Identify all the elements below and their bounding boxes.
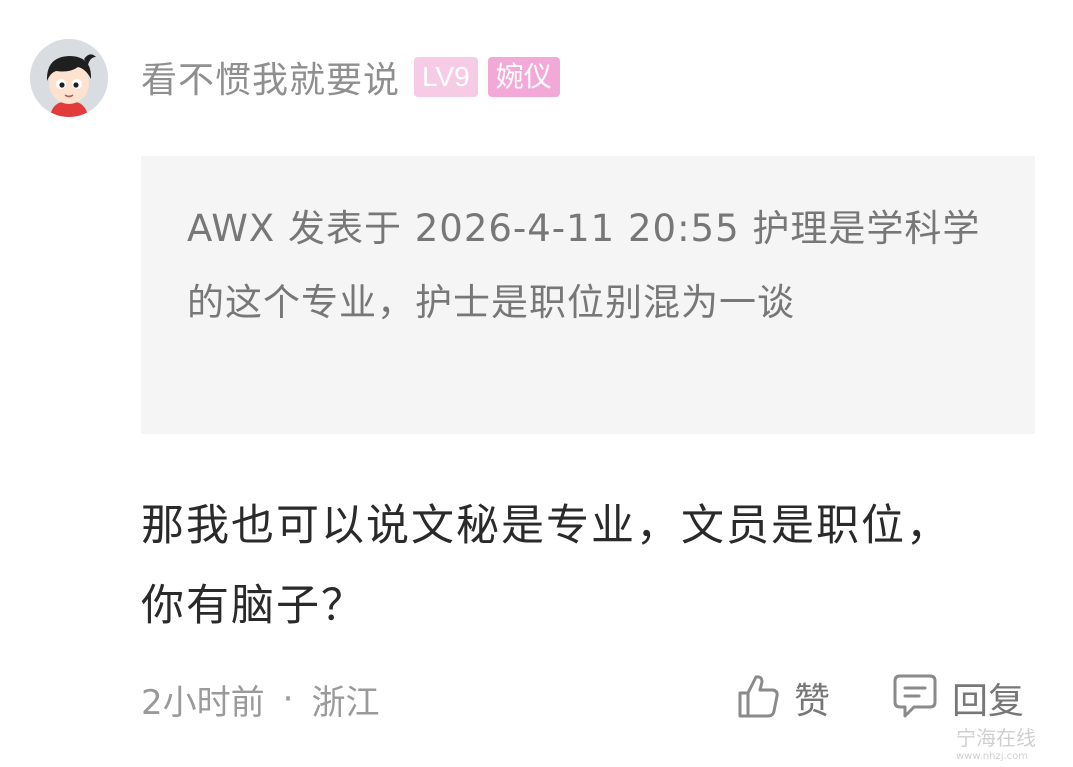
reply-button[interactable]: 回复 [892, 670, 1024, 726]
avatar-illustration [30, 39, 108, 117]
watermark-url: www.nhzj.com [956, 751, 1029, 762]
avatar[interactable] [30, 39, 108, 117]
thumbs-up-icon [736, 673, 780, 723]
post-meta: 2小时前 · 浙江 [141, 676, 380, 723]
quoted-reply[interactable]: AWX 发表于 2026-4-11 20:55 护理是学科学的这个专业，护士是职… [141, 156, 1035, 434]
post-time: 2小时前 [141, 682, 265, 723]
post-header: 看不惯我就要说 LV9 婉仪 [141, 51, 560, 103]
level-badge: LV9 [414, 57, 478, 97]
title-badge: 婉仪 [487, 57, 560, 97]
comment-icon [892, 672, 938, 724]
reply-label: 回复 [952, 681, 1025, 722]
comment-text: 那我也可以说文秘是专业，文员是职位，你有脑子？ [141, 501, 951, 631]
username[interactable]: 看不惯我就要说 [141, 51, 400, 103]
watermark-text: 宁海在线 [956, 726, 1036, 750]
like-label: 赞 [794, 681, 831, 722]
like-button[interactable]: 赞 [736, 670, 830, 726]
post-location: 浙江 [311, 682, 380, 723]
quoted-text: AWX 发表于 2026-4-11 20:55 护理是学科学的这个专业，护士是职… [187, 207, 981, 324]
watermark: 宁海在线 www.nhzj.com [918, 722, 1058, 762]
meta-separator: · [282, 679, 294, 719]
